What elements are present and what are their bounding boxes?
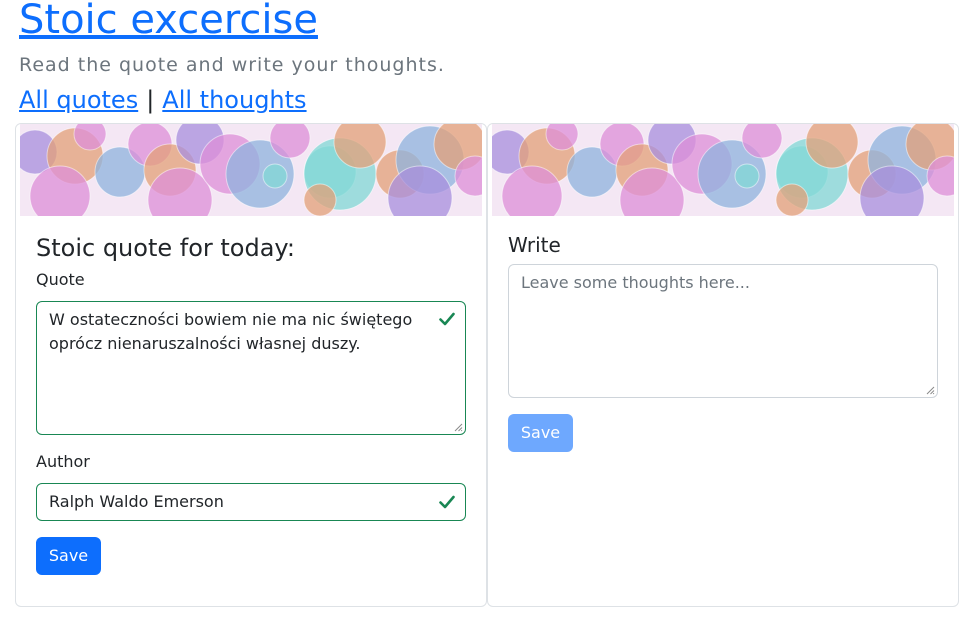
save-thoughts-button[interactable]: Save bbox=[508, 414, 573, 452]
author-input[interactable]: Ralph Waldo Emerson bbox=[36, 483, 466, 521]
nav-separator: | bbox=[146, 86, 155, 114]
valid-check-icon bbox=[439, 495, 455, 509]
all-quotes-link[interactable]: All quotes bbox=[19, 86, 138, 114]
save-quote-button[interactable]: Save bbox=[36, 537, 101, 575]
quote-card-heading: Stoic quote for today: bbox=[36, 234, 295, 262]
quote-label: Quote bbox=[36, 270, 85, 289]
bubbles-banner-image bbox=[492, 124, 954, 216]
author-label: Author bbox=[36, 452, 90, 471]
author-text: Ralph Waldo Emerson bbox=[49, 492, 224, 511]
bubbles-banner-image bbox=[20, 124, 482, 216]
page-subtitle: Read the quote and write your thoughts. bbox=[19, 54, 445, 76]
quote-textarea[interactable]: W ostateczności bowiem nie ma nic święte… bbox=[36, 301, 466, 435]
top-nav: All quotes | All thoughts bbox=[19, 85, 307, 115]
page-title-link[interactable]: Stoic excercise bbox=[19, 0, 318, 48]
thoughts-textarea[interactable]: Leave some thoughts here... bbox=[508, 264, 938, 398]
quote-text: W ostateczności bowiem nie ma nic święte… bbox=[49, 310, 413, 353]
resize-handle-icon[interactable] bbox=[454, 423, 463, 432]
thoughts-card-heading: Write bbox=[508, 233, 561, 257]
thoughts-placeholder: Leave some thoughts here... bbox=[521, 273, 750, 292]
all-thoughts-link[interactable]: All thoughts bbox=[162, 86, 306, 114]
valid-check-icon bbox=[439, 312, 455, 326]
quote-card: Stoic quote for today: Quote W ostateczn… bbox=[15, 123, 487, 607]
resize-handle-icon[interactable] bbox=[926, 386, 935, 395]
thoughts-card: Write Leave some thoughts here... Save bbox=[487, 123, 959, 607]
